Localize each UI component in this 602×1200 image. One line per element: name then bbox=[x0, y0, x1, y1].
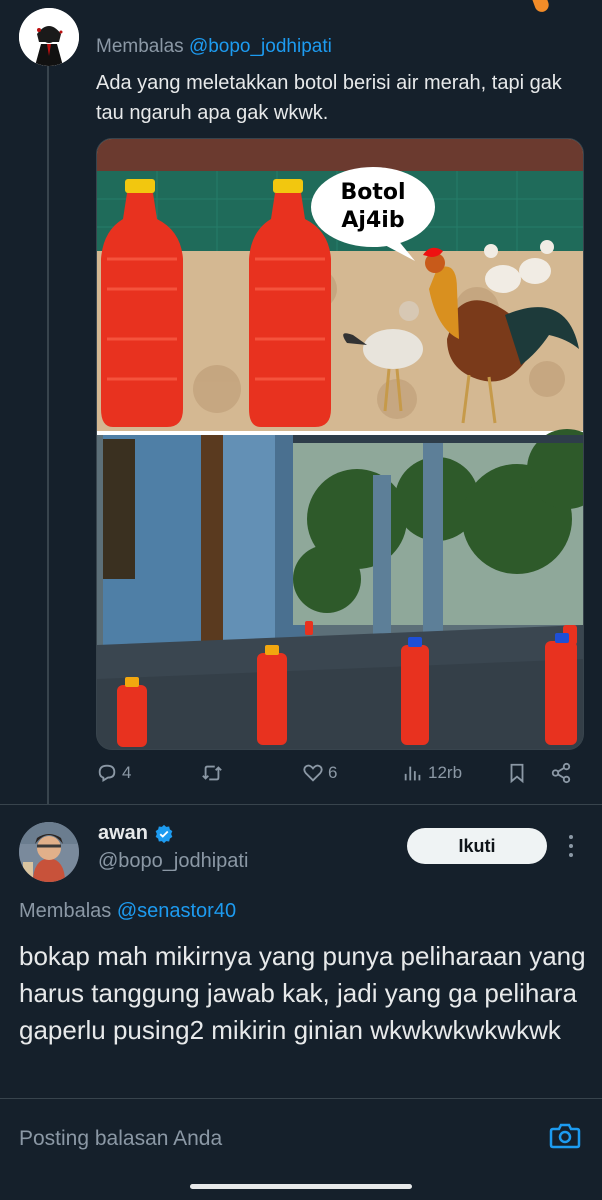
reply-icon bbox=[98, 764, 116, 782]
verified-badge-icon bbox=[155, 824, 173, 843]
bubble-text-line2: Aj4ib bbox=[341, 208, 404, 233]
tweet-text: Ada yang meletakkan botol berisi air mer… bbox=[96, 72, 562, 124]
image-bottles-chickens: Botol Aj4ib bbox=[97, 139, 583, 431]
avatar[interactable] bbox=[19, 8, 79, 66]
thread-connector-line bbox=[47, 62, 49, 804]
replying-to-line: Membalas @senastor40 bbox=[19, 900, 236, 923]
camera-icon[interactable] bbox=[549, 1121, 581, 1151]
views-action[interactable]: 12rb bbox=[402, 762, 462, 784]
replying-to-line: Membalas @bopo_jodhipati bbox=[96, 36, 332, 58]
reply-input-placeholder[interactable]: Posting balasan Anda bbox=[19, 1127, 222, 1151]
like-action[interactable]: 6 bbox=[302, 762, 337, 784]
follow-button[interactable]: Ikuti bbox=[407, 828, 547, 864]
retweet-icon bbox=[202, 765, 222, 781]
reply-handle-link[interactable]: @bopo_jodhipati bbox=[189, 36, 332, 57]
reply-count: 4 bbox=[122, 763, 132, 782]
reply-handle-link[interactable]: @senastor40 bbox=[117, 900, 236, 922]
like-icon bbox=[303, 764, 323, 782]
views-count: 12rb bbox=[428, 763, 463, 782]
reply-prefix: Membalas bbox=[96, 36, 184, 57]
tweet-actions-bar: 4 6 12rb bbox=[96, 762, 582, 790]
tweet-text: bokap mah mikirnya yang punya peliharaan… bbox=[19, 941, 586, 1045]
reply-action[interactable]: 4 bbox=[96, 762, 131, 784]
tweet-media[interactable]: Botol Aj4ib bbox=[96, 138, 584, 750]
reply-prefix: Membalas bbox=[19, 900, 112, 922]
orange-shape bbox=[531, 0, 551, 14]
user-handle[interactable]: @bopo_jodhipati bbox=[98, 850, 248, 873]
bookmark-action[interactable] bbox=[506, 762, 528, 784]
bookmark-icon bbox=[510, 763, 524, 784]
more-options-icon[interactable] bbox=[563, 832, 579, 860]
retweet-action[interactable] bbox=[200, 762, 224, 784]
display-name[interactable]: awan bbox=[98, 822, 148, 845]
display-name-row: awan bbox=[98, 822, 174, 845]
views-icon bbox=[404, 766, 421, 781]
top-cutoff-region: · · · · bbox=[0, 0, 602, 22]
share-action[interactable] bbox=[550, 762, 572, 784]
share-icon bbox=[551, 762, 571, 784]
home-indicator[interactable] bbox=[190, 1184, 412, 1189]
bubble-text-line1: Botol bbox=[340, 180, 405, 205]
image-veranda-bottles bbox=[97, 429, 583, 749]
tweet-divider bbox=[0, 804, 602, 805]
truncated-header-text: · · · · bbox=[262, 0, 308, 7]
avatar[interactable] bbox=[19, 822, 79, 882]
like-count: 6 bbox=[328, 763, 338, 782]
